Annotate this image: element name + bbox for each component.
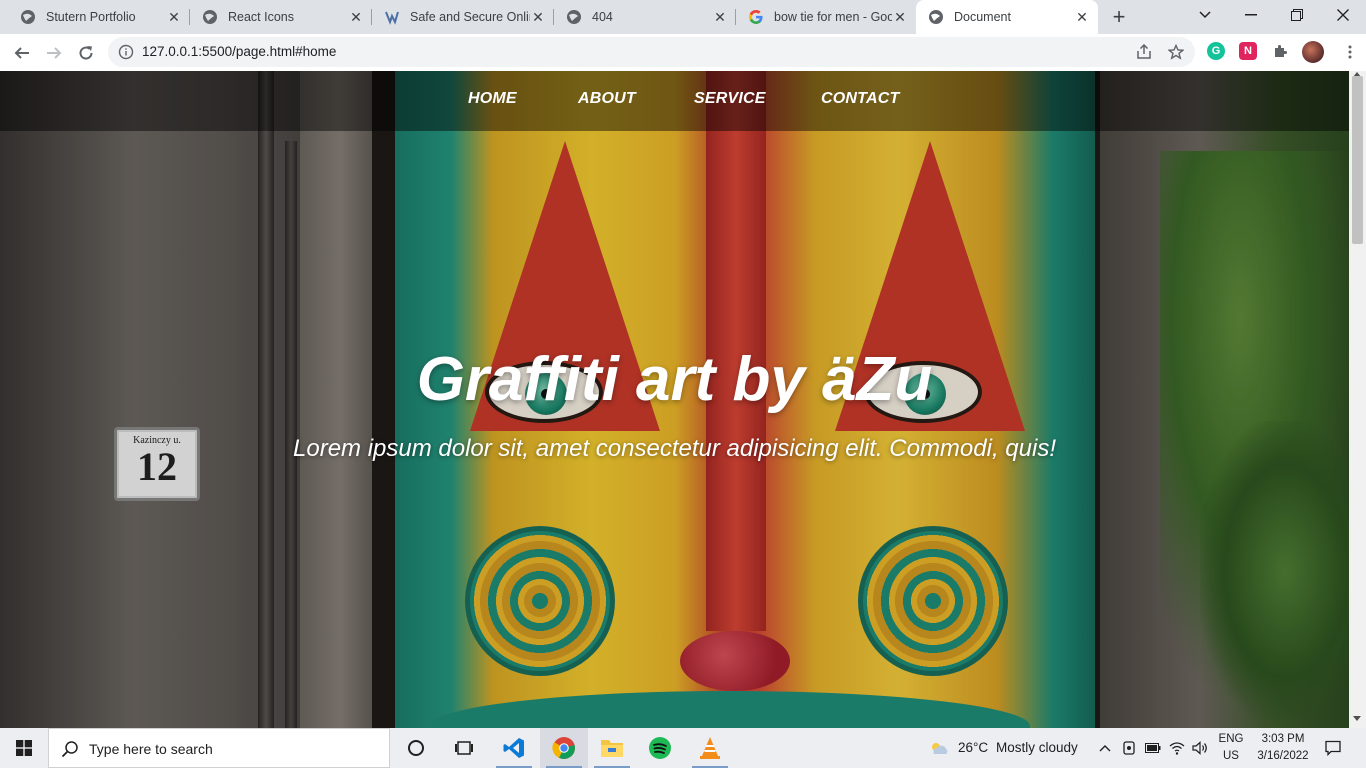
input-region[interactable]: US bbox=[1216, 750, 1246, 762]
tab-safe-and-secure[interactable]: Safe and Secure Onlin ✕ bbox=[372, 0, 554, 34]
tab-title: Document bbox=[954, 10, 1011, 24]
scroll-down-arrow-icon[interactable] bbox=[1353, 716, 1361, 721]
file-explorer-icon[interactable] bbox=[588, 728, 636, 768]
tab-react-icons[interactable]: React Icons ✕ bbox=[190, 0, 372, 34]
notifications-icon[interactable] bbox=[1325, 740, 1341, 756]
back-icon[interactable] bbox=[8, 39, 36, 67]
tab-title: Safe and Secure Onlin bbox=[410, 10, 530, 24]
meet-now-icon[interactable] bbox=[1121, 740, 1137, 756]
scrollbar-thumb[interactable] bbox=[1352, 76, 1363, 244]
tab-stutern-portfolio[interactable]: Stutern Portfolio ✕ bbox=[8, 0, 190, 34]
site-logo-icon bbox=[384, 9, 400, 25]
nav-home-link[interactable]: HOME bbox=[468, 90, 517, 108]
chevron-up-icon[interactable] bbox=[1097, 740, 1113, 756]
taskbar-search-box[interactable]: Type here to search bbox=[48, 728, 390, 768]
new-tab-button[interactable]: + bbox=[1106, 5, 1132, 29]
address-bar[interactable]: 127.0.0.1:5500/page.html#home bbox=[108, 37, 1195, 67]
site-info-icon[interactable] bbox=[118, 44, 134, 60]
close-tab-icon[interactable]: ✕ bbox=[1074, 9, 1090, 25]
globe-icon bbox=[202, 9, 218, 25]
windows-start-icon[interactable] bbox=[0, 728, 48, 768]
globe-icon bbox=[20, 9, 36, 25]
task-view-icon[interactable] bbox=[440, 728, 488, 768]
vscode-icon[interactable] bbox=[490, 728, 538, 768]
cortana-icon[interactable] bbox=[392, 728, 440, 768]
wifi-icon[interactable] bbox=[1169, 740, 1185, 756]
bookmark-star-icon[interactable] bbox=[1167, 43, 1185, 60]
input-language[interactable]: ENG bbox=[1216, 733, 1246, 745]
search-placeholder: Type here to search bbox=[89, 741, 213, 757]
google-icon bbox=[748, 9, 764, 25]
share-icon[interactable] bbox=[1136, 43, 1152, 60]
tab-title: Stutern Portfolio bbox=[46, 10, 136, 24]
spotify-icon[interactable] bbox=[636, 728, 684, 768]
chrome-menu-icon[interactable] bbox=[1342, 44, 1358, 60]
restore-icon[interactable] bbox=[1274, 0, 1320, 30]
windows-taskbar: Type here to search 26°C Mostly cloudy E… bbox=[0, 728, 1366, 768]
tab-document[interactable]: Document ✕ bbox=[916, 0, 1098, 34]
reload-icon[interactable] bbox=[72, 39, 100, 67]
page-viewport: Kazinczy u. 12 HOME ABOUT SERVICE CONTAC… bbox=[0, 71, 1349, 728]
tab-404[interactable]: 404 ✕ bbox=[554, 0, 736, 34]
tab-google-search[interactable]: bow tie for men - Goo ✕ bbox=[736, 0, 916, 34]
extension-n-icon[interactable]: N bbox=[1239, 42, 1257, 60]
nav-about-link[interactable]: ABOUT bbox=[578, 90, 636, 108]
site-navbar: HOME ABOUT SERVICE CONTACT bbox=[0, 71, 1349, 131]
clock-date[interactable]: 3/16/2022 bbox=[1252, 750, 1314, 762]
close-tab-icon[interactable]: ✕ bbox=[712, 9, 728, 25]
hero-title: Graffiti art by äZu bbox=[416, 345, 933, 414]
close-tab-icon[interactable]: ✕ bbox=[166, 9, 182, 25]
browser-toolbar: 127.0.0.1:5500/page.html#home G N bbox=[0, 34, 1366, 72]
close-window-icon[interactable] bbox=[1320, 0, 1366, 30]
close-tab-icon[interactable]: ✕ bbox=[530, 9, 546, 25]
extensions-puzzle-icon[interactable] bbox=[1271, 42, 1289, 60]
close-tab-icon[interactable]: ✕ bbox=[892, 9, 908, 25]
tab-title: 404 bbox=[592, 10, 613, 24]
weather-temperature[interactable]: 26°C bbox=[958, 740, 988, 755]
hero-subtitle: Lorem ipsum dolor sit, amet consectetur … bbox=[293, 435, 1056, 462]
url-text[interactable]: 127.0.0.1:5500/page.html#home bbox=[142, 44, 336, 59]
nav-contact-link[interactable]: CONTACT bbox=[821, 90, 899, 108]
weather-cloud-icon[interactable] bbox=[928, 740, 950, 756]
tab-strip: Stutern Portfolio ✕ React Icons ✕ Safe a… bbox=[0, 0, 1366, 34]
chrome-icon[interactable] bbox=[540, 728, 588, 768]
volume-icon[interactable] bbox=[1192, 740, 1208, 756]
globe-icon bbox=[566, 9, 582, 25]
battery-icon[interactable] bbox=[1145, 740, 1161, 756]
globe-icon bbox=[928, 9, 944, 25]
search-icon bbox=[61, 740, 79, 758]
grammarly-icon[interactable]: G bbox=[1207, 42, 1225, 60]
forward-icon[interactable] bbox=[40, 39, 68, 67]
tab-title: bow tie for men - Goo bbox=[774, 10, 892, 24]
vlc-icon[interactable] bbox=[686, 728, 734, 768]
clock-time[interactable]: 3:03 PM bbox=[1252, 733, 1314, 745]
weather-condition[interactable]: Mostly cloudy bbox=[996, 740, 1078, 755]
tab-title: React Icons bbox=[228, 10, 295, 24]
nav-service-link[interactable]: SERVICE bbox=[694, 90, 766, 108]
profile-avatar[interactable] bbox=[1302, 41, 1324, 63]
minimize-icon[interactable] bbox=[1228, 0, 1274, 30]
tab-search-icon[interactable] bbox=[1182, 0, 1228, 30]
close-tab-icon[interactable]: ✕ bbox=[348, 9, 364, 25]
